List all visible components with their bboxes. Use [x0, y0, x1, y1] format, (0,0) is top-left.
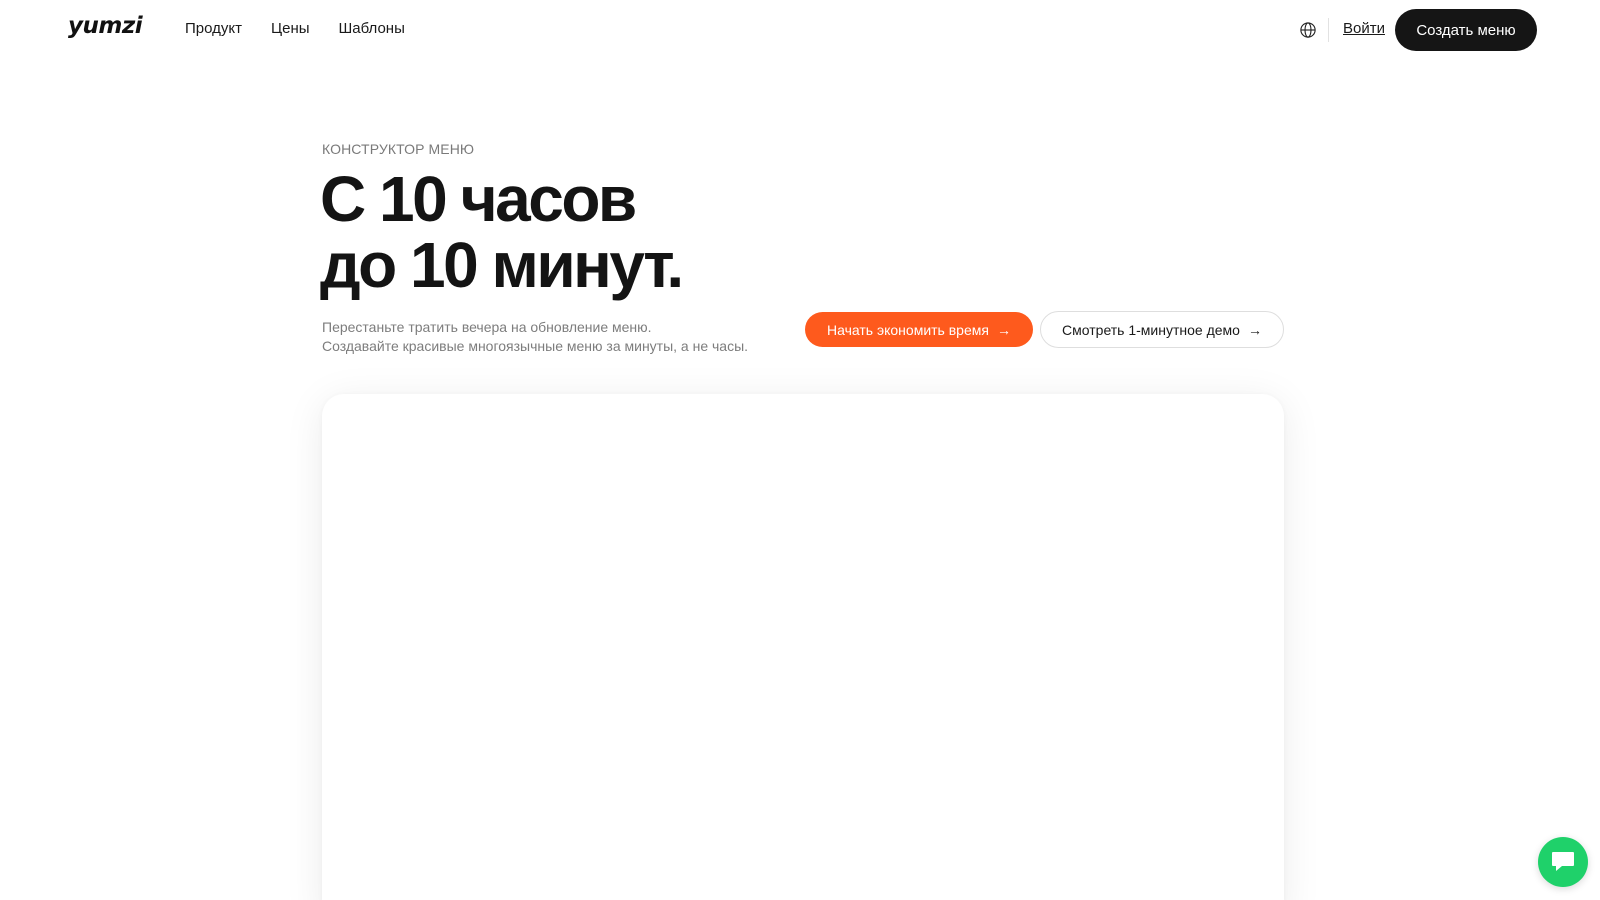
- landing-page: yumzi Продукт Цены Шаблоны Войти Создать…: [0, 0, 1600, 900]
- nav-link-templates[interactable]: Шаблоны: [339, 20, 405, 37]
- language-button[interactable]: [1297, 19, 1319, 41]
- cta-secondary-label: Смотреть 1-минутное демо: [1062, 321, 1240, 338]
- product-preview-card: [322, 394, 1284, 900]
- site-header: yumzi Продукт Цены Шаблоны Войти Создать…: [0, 0, 1600, 60]
- nav-link-pricing[interactable]: Цены: [271, 20, 310, 37]
- arrow-right-icon: →: [1247, 321, 1262, 338]
- chat-widget-button[interactable]: [1538, 837, 1588, 887]
- logo[interactable]: yumzi: [68, 13, 143, 39]
- start-saving-time-button[interactable]: Начать экономить время →: [805, 312, 1033, 347]
- create-menu-button[interactable]: Создать меню: [1395, 9, 1537, 51]
- arrow-right-icon: →: [996, 321, 1011, 338]
- chat-icon: [1552, 852, 1574, 871]
- hero-subtext: Перестаньте тратить вечера на обновление…: [322, 318, 748, 356]
- login-link[interactable]: Войти: [1343, 20, 1385, 37]
- nav-link-product[interactable]: Продукт: [185, 20, 242, 37]
- headline-line-2: до 10 минут.: [320, 229, 684, 301]
- header-divider: [1328, 18, 1329, 42]
- subtext-line-2: Создавайте красивые многоязычные меню за…: [322, 338, 749, 354]
- globe-icon: [1300, 22, 1316, 38]
- main-nav: Продукт Цены Шаблоны: [185, 20, 405, 37]
- headline-line-1: С 10 часов: [320, 163, 637, 235]
- subtext-line-1: Перестаньте тратить вечера на обновление…: [322, 319, 652, 335]
- cta-primary-label: Начать экономить время: [827, 321, 989, 338]
- hero-headline: С 10 часов до 10 минут.: [320, 163, 684, 301]
- watch-demo-button[interactable]: Смотреть 1-минутное демо →: [1040, 311, 1284, 348]
- hero-eyebrow: КОНСТРУКТОР МЕНЮ: [322, 141, 475, 157]
